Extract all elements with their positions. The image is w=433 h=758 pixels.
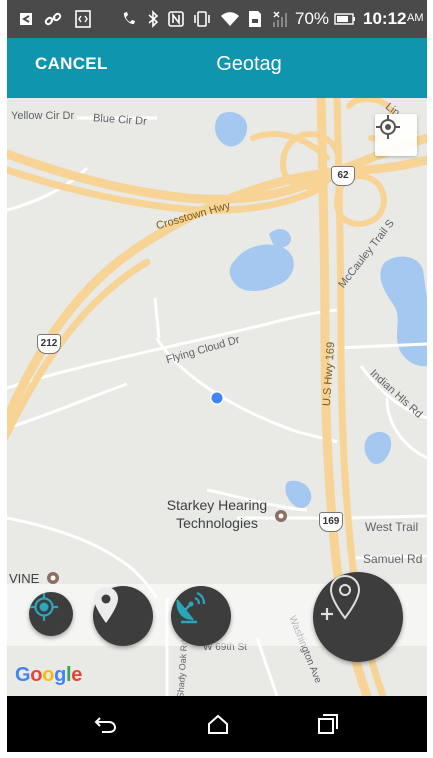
- signal-icon: [269, 10, 289, 28]
- recents-button[interactable]: [313, 710, 343, 738]
- google-logo-g2: g: [54, 664, 67, 686]
- nfc-icon: [167, 10, 185, 28]
- lake-small: [269, 229, 291, 248]
- my-location-button[interactable]: [375, 114, 417, 156]
- road-label-west-trail: West Trail: [365, 520, 419, 534]
- google-logo-g: G: [15, 664, 31, 686]
- google-logo-e: e: [71, 664, 83, 686]
- vibrate-icon: [191, 10, 213, 28]
- add-location-icon: [321, 574, 361, 620]
- battery-percent: 70%: [295, 9, 330, 28]
- lake-middle: [229, 244, 294, 291]
- lake-top: [215, 111, 248, 147]
- lake-east: [364, 431, 392, 465]
- current-location-dot: [211, 392, 223, 404]
- mail-icon: [17, 10, 35, 28]
- shield-212: 212: [37, 334, 61, 354]
- clock-ampm: AM: [407, 12, 424, 24]
- wifi-icon: [219, 10, 241, 28]
- map-pin-icon: [94, 587, 118, 623]
- shield-62: 62: [331, 166, 355, 186]
- link-icon: [43, 10, 63, 28]
- sd-card-icon: [245, 10, 265, 28]
- phone-screen: 70% 10:12 AM CANCEL Geotag Yellow Cir Dr…: [7, 0, 427, 752]
- back-button[interactable]: [91, 710, 121, 738]
- pin-location-button[interactable]: [93, 586, 153, 646]
- page-title-text: Geotag: [216, 53, 282, 75]
- road-label-samuel: Samuel Rd: [363, 552, 423, 566]
- google-logo-o2: o: [42, 664, 55, 686]
- home-icon: [208, 714, 228, 734]
- lake-right: [380, 256, 427, 367]
- poi-label-starkey: Starkey Hearing Technologies: [157, 496, 277, 532]
- home-button[interactable]: [203, 710, 233, 738]
- google-logo: Google: [15, 664, 82, 687]
- gps-crosshair-icon: [30, 593, 58, 621]
- vine-poi-dot: [50, 575, 56, 581]
- clock-time: 10:12: [363, 9, 407, 28]
- shield-169: 169: [319, 512, 343, 532]
- google-logo-o1: o: [30, 664, 43, 686]
- back-arrow-icon: [94, 717, 117, 733]
- page-title: Geotag: [7, 53, 427, 76]
- crosshair-icon: [376, 115, 400, 139]
- poi-label-starkey-line2: Technologies: [176, 515, 258, 531]
- gps-locate-button[interactable]: [29, 592, 73, 636]
- road-label-yellow-cir: Yellow Cir Dr: [11, 110, 75, 122]
- navigation-bar: [7, 696, 427, 752]
- recents-icon: [318, 714, 338, 734]
- lake-south: [285, 480, 312, 509]
- satellite-button[interactable]: [171, 586, 231, 646]
- starkey-poi-dot: [278, 513, 284, 519]
- phone-call-icon: [119, 10, 139, 28]
- status-bar: 70% 10:12 AM: [7, 0, 427, 38]
- add-geotag-button[interactable]: [313, 572, 403, 662]
- map-view[interactable]: Yellow Cir Dr Blue Cir Dr Lin Crosstown …: [7, 98, 427, 696]
- app-bar: CANCEL Geotag: [7, 38, 427, 98]
- battery-icon: [333, 10, 357, 28]
- bluetooth-icon: [145, 10, 161, 28]
- code-icon: [73, 10, 93, 28]
- satellite-dish-icon: [176, 591, 206, 624]
- poi-label-starkey-line1: Starkey Hearing: [166, 497, 268, 513]
